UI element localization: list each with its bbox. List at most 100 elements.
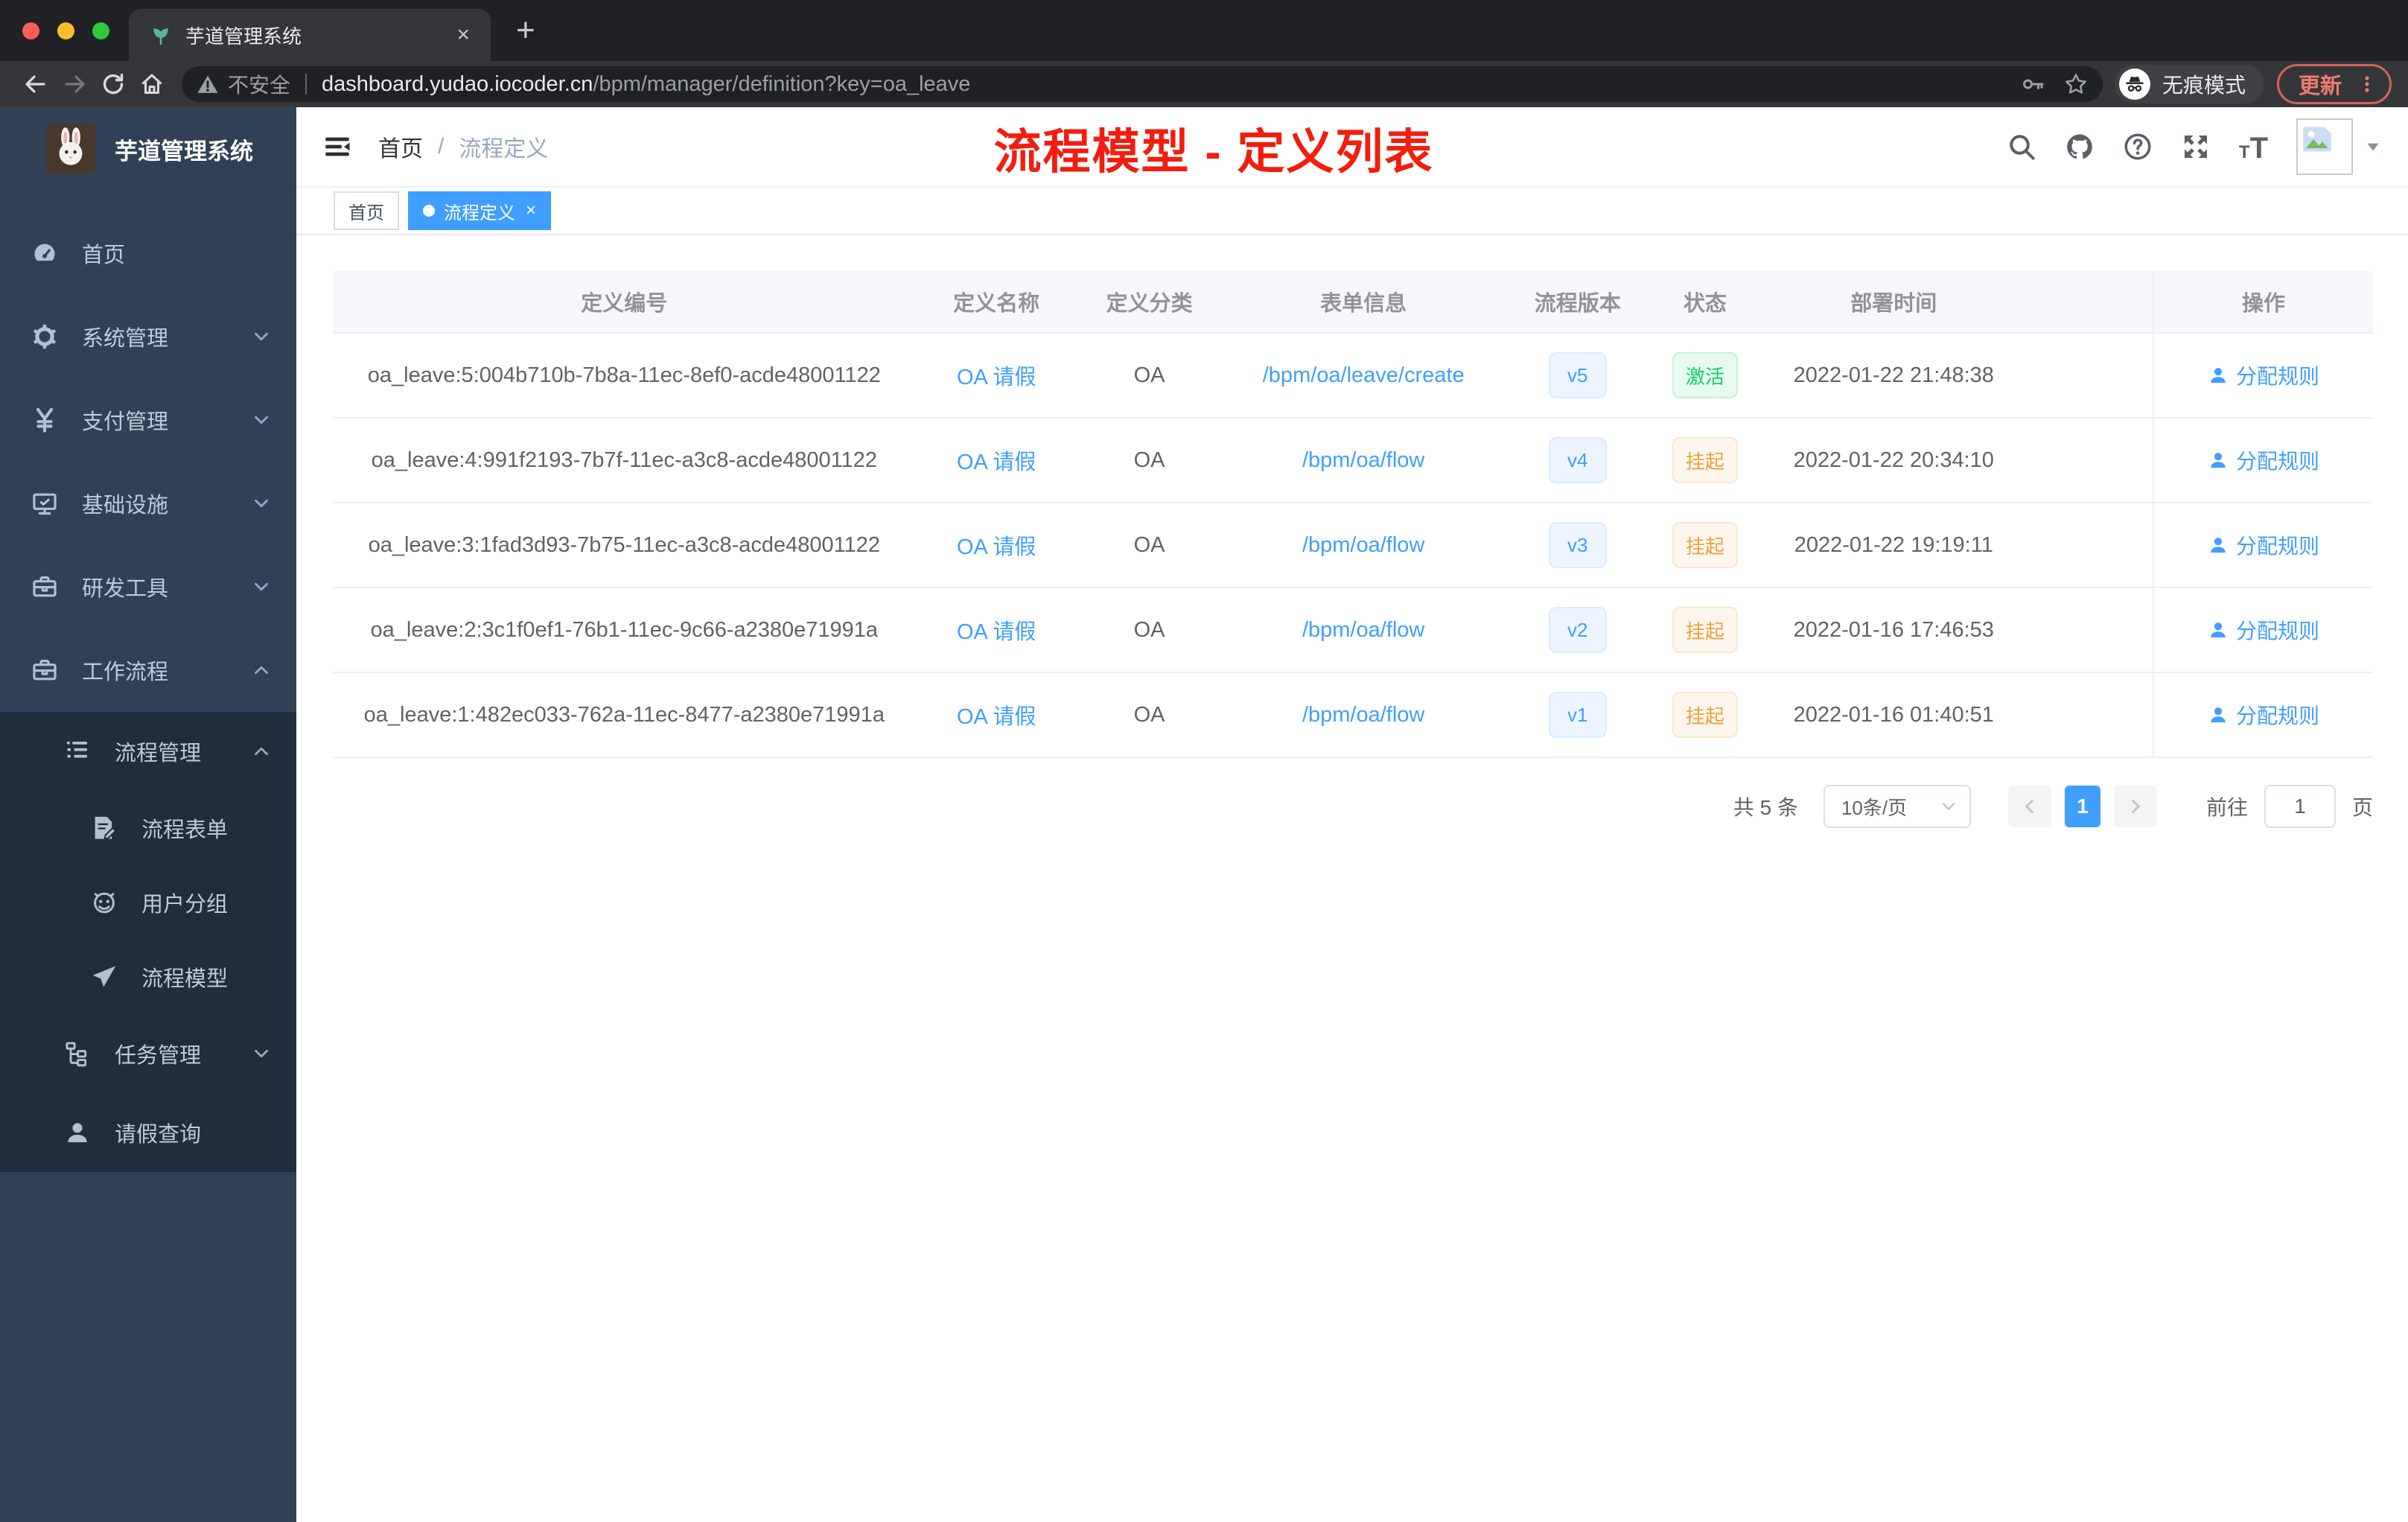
goto-label: 前往	[2205, 796, 2248, 819]
cell-action: 分配规则	[2153, 418, 2373, 502]
font-size-icon[interactable]: TT	[2239, 132, 2268, 163]
next-page-button[interactable]	[2113, 786, 2157, 827]
form-info-link[interactable]: /bpm/oa/flow	[1302, 618, 1424, 643]
form-edit-icon	[91, 815, 118, 841]
page-number-button[interactable]: 1	[2064, 786, 2100, 827]
sidebar-item-工作流程[interactable]: 工作流程	[0, 628, 296, 712]
column-header-spacer	[2026, 271, 2153, 332]
cell-status: 挂起	[1649, 503, 1762, 587]
sidebar-item-首页[interactable]: 首页	[0, 211, 296, 295]
tag-流程定义[interactable]: 流程定义 ×	[408, 191, 552, 230]
sidebar-item-请假查询[interactable]: 请假查询	[0, 1093, 296, 1172]
dashboard-icon	[31, 240, 58, 267]
definition-name-link[interactable]: OA 请假	[957, 445, 1036, 476]
status-badge: 挂起	[1672, 437, 1738, 483]
prev-page-button[interactable]	[2007, 786, 2051, 827]
sidebar-item-label: 基础设施	[82, 494, 169, 518]
browser-update-button[interactable]: 更新	[2276, 64, 2392, 104]
key-icon[interactable]	[2021, 72, 2045, 96]
help-icon[interactable]	[2123, 132, 2153, 162]
home-button[interactable]	[133, 65, 171, 104]
page-size-select[interactable]: 10条/页	[1823, 785, 1971, 828]
tab-close-icon[interactable]: ×	[452, 22, 474, 48]
assign-rule-link[interactable]: 分配规则	[2208, 360, 2319, 390]
kebab-menu-icon[interactable]	[2357, 74, 2377, 95]
definition-name-link[interactable]: OA 请假	[957, 360, 1036, 391]
cell-id: oa_leave:5:004b710b-7b8a-11ec-8ef0-acde4…	[334, 334, 915, 417]
new-tab-button[interactable]: +	[516, 14, 535, 47]
chevron-down-icon	[1940, 797, 1958, 815]
form-info-link[interactable]: /bpm/oa/leave/create	[1263, 363, 1465, 388]
sidebar-item-用户分组[interactable]: 用户分组	[0, 865, 296, 940]
cell-name: OA 请假	[915, 503, 1078, 587]
back-button[interactable]	[16, 65, 55, 104]
monitor-icon	[31, 490, 58, 517]
sidebar-item-label: 支付管理	[82, 410, 169, 434]
sidebar-item-基础设施[interactable]: 基础设施	[0, 462, 296, 545]
assign-rule-link[interactable]: 分配规则	[2208, 445, 2319, 475]
address-bar[interactable]: 不安全 dashboard.yudao.iocoder.cn/bpm/manag…	[182, 66, 2103, 102]
cell-status: 挂起	[1649, 588, 1762, 672]
definition-name-link[interactable]: OA 请假	[957, 614, 1036, 646]
sidebar-item-研发工具[interactable]: 研发工具	[0, 545, 296, 628]
browser-tab[interactable]: 芋道管理系统 ×	[129, 9, 491, 61]
sidebar-item-label: 工作流程	[82, 660, 169, 684]
chevron-down-icon	[252, 494, 271, 513]
assign-rule-label: 分配规则	[2236, 704, 2320, 727]
window-close-button[interactable]	[22, 22, 39, 39]
tags-view-bar: 首页 流程定义 ×	[296, 186, 2408, 235]
definition-name-link[interactable]: OA 请假	[957, 699, 1036, 730]
sidebar-item-系统管理[interactable]: 系统管理	[0, 295, 296, 378]
forward-button[interactable]	[55, 65, 94, 104]
navbar-actions: TT	[1978, 118, 2383, 175]
form-info-link[interactable]: /bpm/oa/flow	[1302, 533, 1424, 558]
window-minimize-button[interactable]	[57, 22, 74, 39]
top-navbar: 首页 / 流程定义 流程模型 - 定义列表 TT	[296, 107, 2408, 186]
definition-name-link[interactable]: OA 请假	[957, 529, 1036, 561]
org-tree-icon	[64, 1040, 91, 1067]
version-badge: v2	[1548, 607, 1607, 653]
cell-text: oa_leave:1:482ec033-762a-11ec-8477-a2380…	[363, 702, 885, 727]
cell-action: 分配规则	[2153, 673, 2373, 757]
url-path: /bpm/manager/definition?key=oa_leave	[593, 71, 971, 96]
breadcrumb-home[interactable]: 首页	[378, 130, 423, 163]
assign-rule-link[interactable]: 分配规则	[2208, 615, 2319, 645]
goto-page-input[interactable]	[2264, 785, 2336, 828]
window-zoom-button[interactable]	[92, 22, 109, 39]
cell-name: OA 请假	[915, 418, 1078, 502]
pagination-total: 共 5 条	[1733, 796, 1798, 819]
reload-button[interactable]	[94, 65, 133, 104]
tag-close-icon[interactable]: ×	[526, 202, 536, 220]
fullscreen-icon[interactable]	[2181, 132, 2211, 162]
incognito-badge: 无痕模式	[2114, 65, 2264, 104]
cell-text: oa_leave:2:3c1f0ef1-76b1-11ec-9c66-a2380…	[370, 617, 879, 642]
cell-text: OA	[1133, 363, 1165, 387]
briefcase-icon	[31, 573, 58, 600]
assign-rule-link[interactable]: 分配规则	[2208, 700, 2319, 730]
omnibox-divider	[305, 74, 308, 95]
form-info-link[interactable]: /bpm/oa/flow	[1302, 448, 1424, 473]
search-icon[interactable]	[2007, 132, 2036, 162]
github-icon[interactable]	[2065, 132, 2095, 162]
sidebar-item-任务管理[interactable]: 任务管理	[0, 1014, 296, 1093]
sidebar-toggle-icon[interactable]	[322, 131, 353, 162]
form-info-link[interactable]: /bpm/oa/flow	[1302, 703, 1424, 727]
bookmark-star-icon[interactable]	[2064, 72, 2088, 96]
tag-首页[interactable]: 首页	[334, 191, 399, 230]
sidebar: 芋道管理系统 首页 系统管理支付管理基础设施研发工具工作流程流程管理 流程表单 用户分…	[0, 107, 296, 1522]
cell-form: /bpm/oa/flow	[1220, 588, 1506, 672]
sidebar-logo[interactable]: 芋道管理系统	[0, 107, 296, 191]
sidebar-item-支付管理[interactable]: 支付管理	[0, 378, 296, 462]
cell-id: oa_leave:1:482ec033-762a-11ec-8477-a2380…	[334, 673, 915, 757]
sidebar-item-流程模型[interactable]: 流程模型	[0, 940, 296, 1014]
avatar-caret-down-icon[interactable]	[2363, 137, 2383, 156]
sidebar-item-label: 请假查询	[115, 1123, 202, 1147]
status-badge: 挂起	[1672, 692, 1738, 738]
assign-rule-link[interactable]: 分配规则	[2208, 530, 2319, 560]
user-icon	[2208, 620, 2229, 640]
cell-text: oa_leave:5:004b710b-7b8a-11ec-8ef0-acde4…	[367, 363, 881, 387]
sidebar-item-流程管理[interactable]: 流程管理	[0, 712, 296, 791]
app: 芋道管理系统 首页 系统管理 支付管理 基础设施 研发工具 工作流程 流程管理 流程表单 用户分…	[0, 107, 2408, 1522]
avatar[interactable]	[2296, 118, 2353, 175]
sidebar-item-流程表单[interactable]: 流程表单	[0, 791, 296, 865]
